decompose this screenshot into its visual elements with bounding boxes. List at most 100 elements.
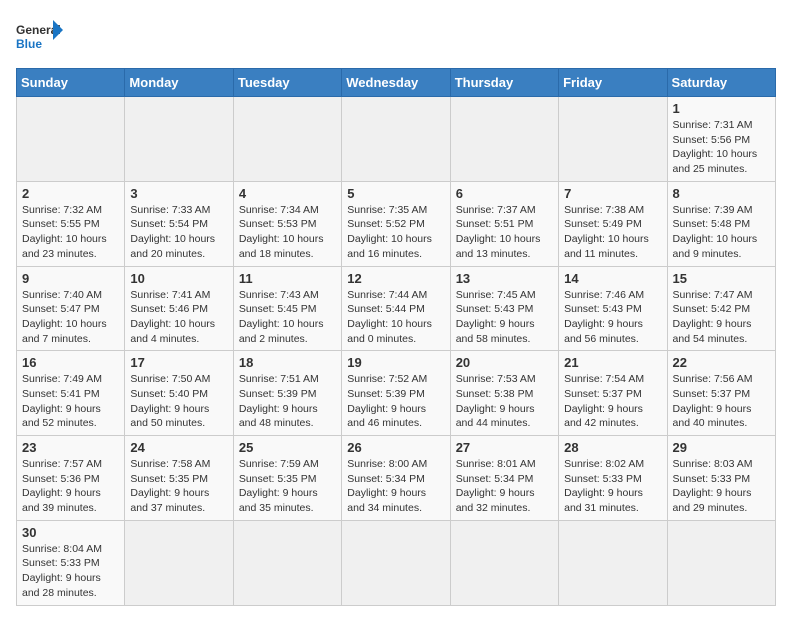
calendar-day-cell [342, 97, 450, 182]
calendar-week-row: 9 Sunrise: 7:40 AM Sunset: 5:47 PM Daylig… [17, 266, 776, 351]
calendar-day-cell: 28 Sunrise: 8:02 AM Sunset: 5:33 PM Dayli… [559, 436, 667, 521]
day-info: Sunrise: 7:37 AM Sunset: 5:51 PM Dayligh… [456, 203, 553, 262]
day-number: 20 [456, 355, 553, 370]
day-number: 8 [673, 186, 770, 201]
day-info: Sunrise: 8:04 AM Sunset: 5:33 PM Dayligh… [22, 542, 119, 601]
day-number: 24 [130, 440, 227, 455]
calendar-day-cell: 23Sunrise: 7:57 AM Sunset: 5:36 PM Dayli… [17, 436, 125, 521]
calendar-day-cell: 2 Sunrise: 7:32 AM Sunset: 5:55 PM Daylig… [17, 181, 125, 266]
day-info: Sunrise: 7:40 AM Sunset: 5:47 PM Dayligh… [22, 288, 119, 347]
day-number: 26 [347, 440, 444, 455]
calendar-day-cell: 17Sunrise: 7:50 AM Sunset: 5:40 PM Dayli… [125, 351, 233, 436]
day-info: Sunrise: 8:00 AM Sunset: 5:34 PM Dayligh… [347, 457, 444, 516]
logo: General Blue [16, 16, 66, 58]
calendar-day-cell [17, 97, 125, 182]
weekday-header-cell: Wednesday [342, 69, 450, 97]
day-number: 29 [673, 440, 770, 455]
day-info: Sunrise: 8:01 AM Sunset: 5:34 PM Dayligh… [456, 457, 553, 516]
day-info: Sunrise: 7:35 AM Sunset: 5:52 PM Dayligh… [347, 203, 444, 262]
calendar-day-cell: 14 Sunrise: 7:46 AM Sunset: 5:43 PM Dayli… [559, 266, 667, 351]
day-number: 5 [347, 186, 444, 201]
calendar-day-cell: 30Sunrise: 8:04 AM Sunset: 5:33 PM Dayli… [17, 520, 125, 605]
calendar-week-row: 2 Sunrise: 7:32 AM Sunset: 5:55 PM Daylig… [17, 181, 776, 266]
day-info: Sunrise: 7:46 AM Sunset: 5:43 PM Dayligh… [564, 288, 661, 347]
day-info: Sunrise: 7:33 AM Sunset: 5:54 PM Dayligh… [130, 203, 227, 262]
day-number: 4 [239, 186, 336, 201]
day-info: Sunrise: 7:56 AM Sunset: 5:37 PM Dayligh… [673, 372, 770, 431]
calendar-day-cell [125, 97, 233, 182]
day-info: Sunrise: 8:03 AM Sunset: 5:33 PM Dayligh… [673, 457, 770, 516]
day-info: Sunrise: 7:54 AM Sunset: 5:37 PM Dayligh… [564, 372, 661, 431]
calendar-day-cell: 25 Sunrise: 7:59 AM Sunset: 5:35 PM Dayli… [233, 436, 341, 521]
calendar-table: SundayMondayTuesdayWednesdayThursdayFrid… [16, 68, 776, 606]
calendar-day-cell [233, 520, 341, 605]
calendar-day-cell: 4 Sunrise: 7:34 AM Sunset: 5:53 PM Daylig… [233, 181, 341, 266]
day-info: Sunrise: 7:43 AM Sunset: 5:45 PM Dayligh… [239, 288, 336, 347]
day-info: Sunrise: 7:57 AM Sunset: 5:36 PM Dayligh… [22, 457, 119, 516]
weekday-header-cell: Tuesday [233, 69, 341, 97]
calendar-day-cell: 27Sunrise: 8:01 AM Sunset: 5:34 PM Dayli… [450, 436, 558, 521]
day-info: Sunrise: 7:49 AM Sunset: 5:41 PM Dayligh… [22, 372, 119, 431]
day-number: 28 [564, 440, 661, 455]
day-info: Sunrise: 7:34 AM Sunset: 5:53 PM Dayligh… [239, 203, 336, 262]
day-info: Sunrise: 7:44 AM Sunset: 5:44 PM Dayligh… [347, 288, 444, 347]
day-number: 3 [130, 186, 227, 201]
day-number: 25 [239, 440, 336, 455]
calendar-day-cell: 8Sunrise: 7:39 AM Sunset: 5:48 PM Daylig… [667, 181, 775, 266]
day-info: Sunrise: 8:02 AM Sunset: 5:33 PM Dayligh… [564, 457, 661, 516]
day-info: Sunrise: 7:52 AM Sunset: 5:39 PM Dayligh… [347, 372, 444, 431]
calendar-day-cell [125, 520, 233, 605]
calendar-day-cell [233, 97, 341, 182]
weekday-header-cell: Thursday [450, 69, 558, 97]
calendar-day-cell: 12 Sunrise: 7:44 AM Sunset: 5:44 PM Dayli… [342, 266, 450, 351]
calendar-day-cell [559, 97, 667, 182]
day-info: Sunrise: 7:38 AM Sunset: 5:49 PM Dayligh… [564, 203, 661, 262]
calendar-day-cell: 15 Sunrise: 7:47 AM Sunset: 5:42 PM Dayli… [667, 266, 775, 351]
day-number: 14 [564, 271, 661, 286]
weekday-header-cell: Saturday [667, 69, 775, 97]
day-info: Sunrise: 7:45 AM Sunset: 5:43 PM Dayligh… [456, 288, 553, 347]
weekday-header-cell: Friday [559, 69, 667, 97]
calendar-day-cell: 7 Sunrise: 7:38 AM Sunset: 5:49 PM Daylig… [559, 181, 667, 266]
day-info: Sunrise: 7:41 AM Sunset: 5:46 PM Dayligh… [130, 288, 227, 347]
calendar-week-row: 1 Sunrise: 7:31 AM Sunset: 5:56 PM Daylig… [17, 97, 776, 182]
day-number: 11 [239, 271, 336, 286]
calendar-day-cell: 19 Sunrise: 7:52 AM Sunset: 5:39 PM Dayli… [342, 351, 450, 436]
day-info: Sunrise: 7:32 AM Sunset: 5:55 PM Dayligh… [22, 203, 119, 262]
day-number: 9 [22, 271, 119, 286]
day-number: 16 [22, 355, 119, 370]
day-number: 15 [673, 271, 770, 286]
weekday-header-cell: Monday [125, 69, 233, 97]
day-number: 12 [347, 271, 444, 286]
day-number: 2 [22, 186, 119, 201]
calendar-body: 1 Sunrise: 7:31 AM Sunset: 5:56 PM Daylig… [17, 97, 776, 606]
calendar-day-cell: 21Sunrise: 7:54 AM Sunset: 5:37 PM Dayli… [559, 351, 667, 436]
day-info: Sunrise: 7:59 AM Sunset: 5:35 PM Dayligh… [239, 457, 336, 516]
calendar-day-cell [667, 520, 775, 605]
day-number: 1 [673, 101, 770, 116]
calendar-day-cell: 11 Sunrise: 7:43 AM Sunset: 5:45 PM Dayli… [233, 266, 341, 351]
calendar-day-cell: 22 Sunrise: 7:56 AM Sunset: 5:37 PM Dayli… [667, 351, 775, 436]
calendar-day-cell: 26 Sunrise: 8:00 AM Sunset: 5:34 PM Dayli… [342, 436, 450, 521]
day-number: 13 [456, 271, 553, 286]
calendar-week-row: 30Sunrise: 8:04 AM Sunset: 5:33 PM Dayli… [17, 520, 776, 605]
weekday-header-cell: Sunday [17, 69, 125, 97]
logo-svg: General Blue [16, 16, 66, 58]
calendar-day-cell: 24 Sunrise: 7:58 AM Sunset: 5:35 PM Dayli… [125, 436, 233, 521]
day-info: Sunrise: 7:47 AM Sunset: 5:42 PM Dayligh… [673, 288, 770, 347]
calendar-day-cell: 20Sunrise: 7:53 AM Sunset: 5:38 PM Dayli… [450, 351, 558, 436]
day-number: 10 [130, 271, 227, 286]
day-number: 7 [564, 186, 661, 201]
day-number: 17 [130, 355, 227, 370]
calendar-week-row: 23Sunrise: 7:57 AM Sunset: 5:36 PM Dayli… [17, 436, 776, 521]
calendar-day-cell [450, 520, 558, 605]
day-number: 22 [673, 355, 770, 370]
calendar-day-cell: 10 Sunrise: 7:41 AM Sunset: 5:46 PM Dayli… [125, 266, 233, 351]
calendar-day-cell: 6Sunrise: 7:37 AM Sunset: 5:51 PM Daylig… [450, 181, 558, 266]
day-info: Sunrise: 7:58 AM Sunset: 5:35 PM Dayligh… [130, 457, 227, 516]
day-number: 19 [347, 355, 444, 370]
calendar-day-cell: 9 Sunrise: 7:40 AM Sunset: 5:47 PM Daylig… [17, 266, 125, 351]
calendar-day-cell [342, 520, 450, 605]
weekday-header-row: SundayMondayTuesdayWednesdayThursdayFrid… [17, 69, 776, 97]
day-info: Sunrise: 7:31 AM Sunset: 5:56 PM Dayligh… [673, 118, 770, 177]
